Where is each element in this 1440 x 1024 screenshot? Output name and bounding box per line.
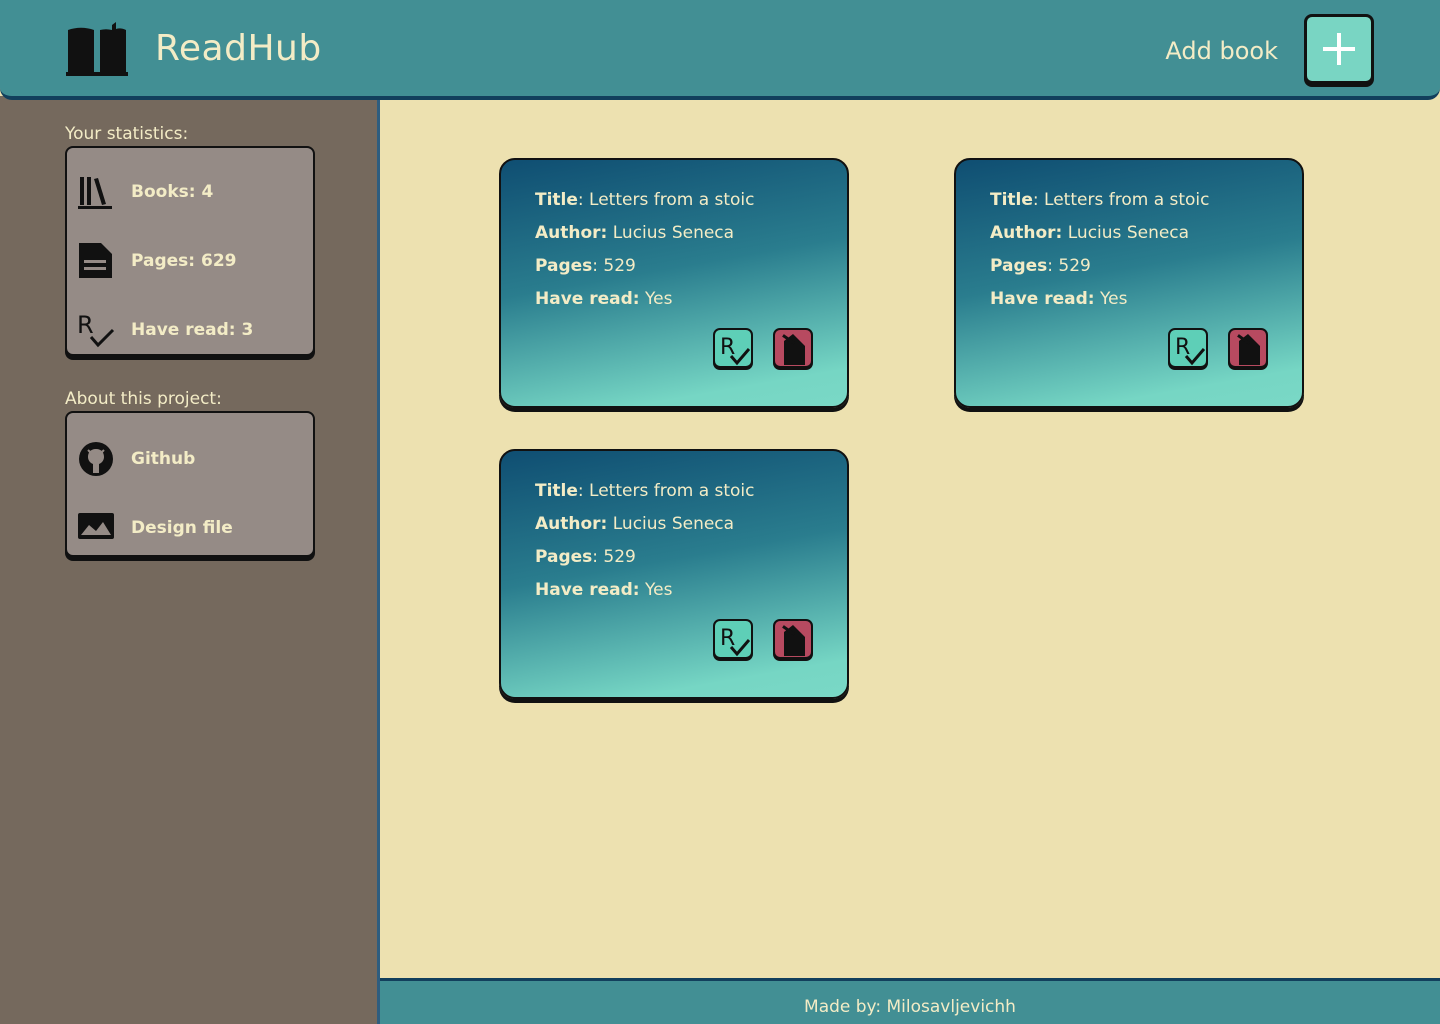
stat-have-read: R Have read: 3 <box>77 311 307 351</box>
open-book-icon <box>66 22 128 76</box>
design-file-label[interactable]: Design file <box>131 518 233 538</box>
book-title: Title: Letters from a stoic <box>535 190 755 210</box>
add-book-label[interactable]: Add book <box>1165 37 1278 65</box>
stats-panel: Books: 4 Pages: 629 R Have read: 3 <box>65 146 315 356</box>
about-panel: Github Design file <box>65 411 315 557</box>
delete-book-button[interactable] <box>1228 328 1268 368</box>
read-check-icon: R <box>77 311 115 348</box>
book-pages: Pages: 529 <box>535 256 636 276</box>
stat-pages-label: Pages: 629 <box>131 251 237 271</box>
app-title: ReadHub <box>155 28 322 69</box>
book-card: Title: Letters from a stoic Author: Luci… <box>499 158 849 408</box>
top-header: ReadHub Add book <box>0 0 1440 100</box>
read-check-icon: R <box>1175 335 1205 366</box>
trash-icon <box>782 334 805 365</box>
svg-text:R: R <box>77 311 94 339</box>
about-heading: About this project: <box>65 389 222 409</box>
book-author: Author: Lucius Seneca <box>535 223 735 243</box>
book-read-status: Have read: Yes <box>990 289 1128 309</box>
book-read-status: Have read: Yes <box>535 580 673 600</box>
github-label[interactable]: Github <box>131 449 195 469</box>
github-icon <box>79 442 113 476</box>
stat-pages: Pages: 629 <box>77 242 307 282</box>
toggle-read-button[interactable]: R <box>1168 328 1208 368</box>
read-check-icon: R <box>720 335 750 366</box>
image-icon <box>78 513 114 539</box>
book-title: Title: Letters from a stoic <box>535 481 755 501</box>
stat-books-label: Books: 4 <box>131 182 214 202</box>
document-icon <box>79 243 112 278</box>
delete-book-button[interactable] <box>773 328 813 368</box>
sidebar: Your statistics: Books: 4 Pages: 629 R H… <box>0 96 380 1024</box>
stat-have-read-label: Have read: 3 <box>131 320 254 340</box>
toggle-read-button[interactable]: R <box>713 619 753 659</box>
book-list: Title: Letters from a stoic Author: Luci… <box>380 100 1440 978</box>
plus-icon <box>1323 33 1355 65</box>
footer: Made by: Milosavljevichh <box>380 978 1440 1024</box>
book-card: Title: Letters from a stoic Author: Luci… <box>954 158 1304 408</box>
books-icon <box>78 177 112 209</box>
book-author: Author: Lucius Seneca <box>535 514 735 534</box>
stat-books: Books: 4 <box>77 173 307 213</box>
footer-credit: Made by: Milosavljevichh <box>804 997 1016 1017</box>
delete-book-button[interactable] <box>773 619 813 659</box>
book-title: Title: Letters from a stoic <box>990 190 1210 210</box>
book-author: Author: Lucius Seneca <box>990 223 1190 243</box>
read-check-icon: R <box>720 626 750 657</box>
trash-icon <box>782 625 805 656</box>
toggle-read-button[interactable]: R <box>713 328 753 368</box>
add-book-button[interactable] <box>1304 14 1374 84</box>
book-pages: Pages: 529 <box>990 256 1091 276</box>
github-link[interactable]: Github <box>77 440 307 480</box>
design-file-link[interactable]: Design file <box>77 509 307 549</box>
trash-icon <box>1237 334 1260 365</box>
book-card: Title: Letters from a stoic Author: Luci… <box>499 449 849 699</box>
stats-heading: Your statistics: <box>65 124 189 144</box>
book-pages: Pages: 529 <box>535 547 636 567</box>
book-read-status: Have read: Yes <box>535 289 673 309</box>
